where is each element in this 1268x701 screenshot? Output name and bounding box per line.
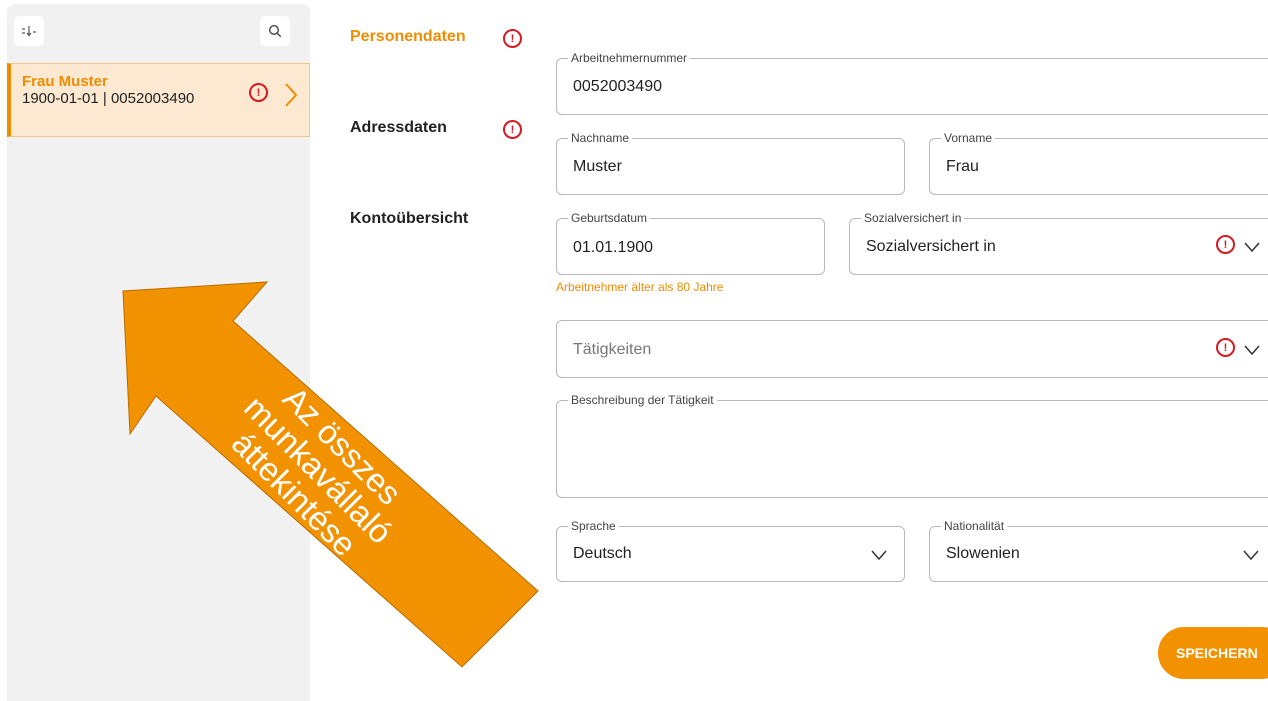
nav-adressdaten[interactable]: Adressdaten xyxy=(350,119,447,137)
nationality-value: Slowenien xyxy=(946,545,1020,562)
activities-select[interactable]: Tätigkeiten ! xyxy=(556,320,1268,378)
chevron-down-icon xyxy=(1244,242,1260,253)
first-name-value: Frau xyxy=(946,158,979,175)
nav-personendaten[interactable]: Personendaten xyxy=(350,28,466,46)
warning-icon: ! xyxy=(1216,235,1235,254)
birth-date-label: Geburtsdatum xyxy=(568,211,651,225)
employee-number-field[interactable]: Arbeitnehmernummer 0052003490 xyxy=(556,51,1268,115)
warning-icon: ! xyxy=(503,120,522,139)
social-insurance-value: Sozialversichert in xyxy=(866,238,996,255)
birth-date-hint: Arbeitnehmer älter als 80 Jahre xyxy=(556,280,724,294)
birth-date-field[interactable]: Geburtsdatum 01.01.1900 xyxy=(556,211,825,275)
social-insurance-select[interactable]: Sozialversichert in Sozialversichert in … xyxy=(849,211,1268,275)
nationality-select[interactable]: Nationalität Slowenien xyxy=(929,519,1268,582)
search-icon[interactable] xyxy=(260,16,290,46)
nationality-label: Nationalität xyxy=(941,519,1008,533)
save-button[interactable]: SPEICHERN xyxy=(1158,627,1268,679)
activity-description-label: Beschreibung der Tätigkeit xyxy=(568,393,717,407)
language-value: Deutsch xyxy=(573,545,632,562)
warning-icon: ! xyxy=(503,29,522,48)
nav-kontouebersicht[interactable]: Kontoübersicht xyxy=(350,210,468,228)
chevron-right-icon xyxy=(285,83,298,107)
last-name-label: Nachname xyxy=(568,131,633,145)
chevron-down-icon xyxy=(1244,345,1260,356)
employee-list-item[interactable]: Frau Muster 1900-01-01 | 0052003490 ! xyxy=(7,63,310,137)
first-name-field[interactable]: Vorname Frau xyxy=(929,131,1268,195)
employee-number-label: Arbeitnehmernummer xyxy=(568,51,691,65)
chevron-down-icon xyxy=(1243,550,1259,561)
social-insurance-label: Sozialversichert in xyxy=(861,211,965,225)
warning-icon: ! xyxy=(1216,338,1235,357)
activity-description-textarea[interactable]: Beschreibung der Tätigkeit xyxy=(556,393,1268,498)
last-name-value: Muster xyxy=(573,158,622,175)
activities-placeholder: Tätigkeiten xyxy=(573,341,652,358)
chevron-down-icon xyxy=(871,550,887,561)
employee-number-value: 0052003490 xyxy=(573,78,662,95)
last-name-field[interactable]: Nachname Muster xyxy=(556,131,905,195)
first-name-label: Vorname xyxy=(941,131,996,145)
warning-icon: ! xyxy=(249,83,268,102)
language-label: Sprache xyxy=(568,519,619,533)
sort-icon[interactable] xyxy=(14,16,44,46)
birth-date-value: 01.01.1900 xyxy=(573,239,654,256)
language-select[interactable]: Sprache Deutsch xyxy=(556,519,905,582)
